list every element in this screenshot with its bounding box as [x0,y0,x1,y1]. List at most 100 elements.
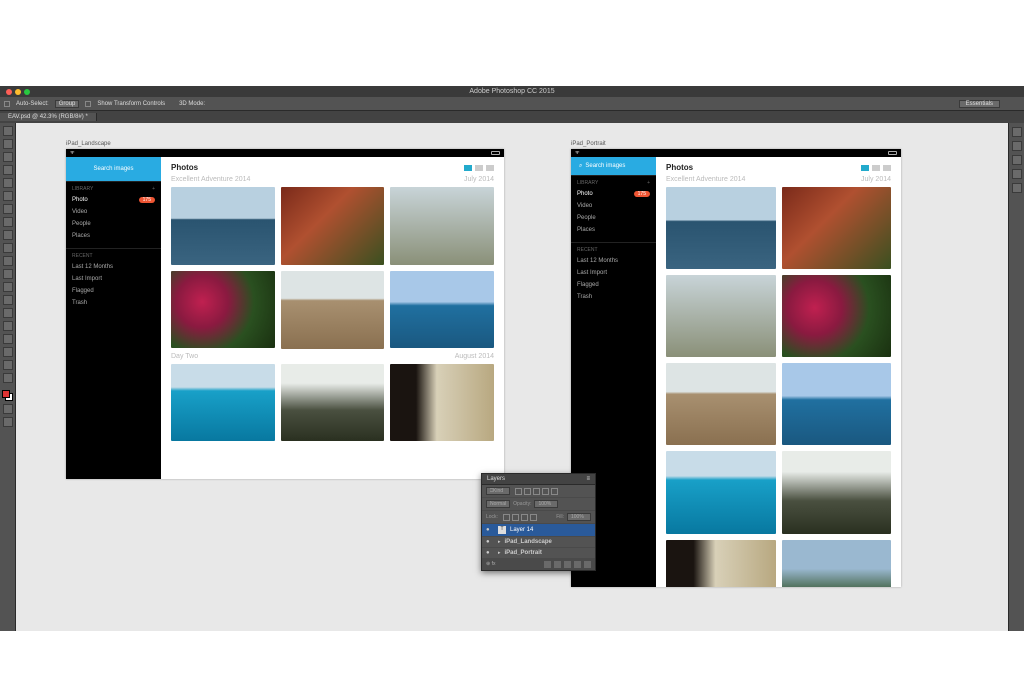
sidebar-item-people[interactable]: People [571,212,656,224]
sidebar-item-photo[interactable]: Photo175 [66,194,161,206]
minimize-button[interactable] [15,89,21,95]
artboard-label-portrait[interactable]: iPad_Portrait [571,141,606,147]
styles-panel-icon[interactable] [1012,169,1022,179]
color-panel-icon[interactable] [1012,127,1022,137]
new-layer-icon[interactable] [574,561,581,568]
add-icon[interactable]: + [647,180,650,186]
expand-icon[interactable]: ▸ [498,539,501,545]
fill-input[interactable]: 100% [567,513,591,521]
type-tool[interactable] [3,321,13,331]
swatches-panel-icon[interactable] [1012,141,1022,151]
auto-select-dropdown[interactable]: Group [55,100,80,108]
photo-thumb[interactable] [666,540,776,588]
link-layers-icon[interactable] [544,561,551,568]
pen-tool[interactable] [3,308,13,318]
photo-thumb[interactable] [171,271,275,349]
sidebar-item-video[interactable]: Video [571,200,656,212]
hand-tool[interactable] [3,360,13,370]
blend-mode-select[interactable]: Normal [486,500,510,508]
photo-thumb[interactable] [171,187,275,265]
sidebar-item-video[interactable]: Video [66,206,161,218]
eraser-tool[interactable] [3,256,13,266]
layer-row[interactable]: ● ▸ iPad_Portrait [482,548,595,559]
lock-pixels-icon[interactable] [512,514,519,521]
photo-thumb[interactable] [782,275,892,357]
filter-kind-select[interactable]: ⎕Kind [486,487,510,495]
sidebar-item-lastimport[interactable]: Last Import [571,267,656,279]
visibility-icon[interactable]: ● [486,527,494,533]
sidebar-item-photo[interactable]: Photo175 [571,188,656,200]
quickmask-tool[interactable] [3,404,13,414]
filter-adjust-icon[interactable] [524,488,531,495]
lock-transparency-icon[interactable] [503,514,510,521]
brush-tool[interactable] [3,217,13,227]
search-button[interactable]: Search images [66,157,161,181]
new-group-icon[interactable] [564,561,571,568]
photo-thumb[interactable] [666,363,776,445]
eyedropper-tool[interactable] [3,191,13,201]
sidebar-item-places[interactable]: Places [571,224,656,236]
layers-panel-icon[interactable] [1012,183,1022,193]
visibility-icon[interactable]: ● [486,550,494,556]
artboard-landscape[interactable]: ᯤ Search images LIBRARY+ Photo175 Video … [66,149,504,479]
photo-thumb[interactable] [171,364,275,442]
photo-thumb[interactable] [390,364,494,442]
move-tool[interactable] [3,126,13,136]
photo-thumb[interactable] [782,540,892,588]
photo-thumb[interactable] [281,364,385,442]
filter-shape-icon[interactable] [542,488,549,495]
expand-icon[interactable]: ▸ [498,550,501,556]
layer-row[interactable]: ● ▸ iPad_Landscape [482,537,595,548]
sidebar-item-trash[interactable]: Trash [66,297,161,309]
photo-thumb[interactable] [782,451,892,533]
photo-thumb[interactable] [390,271,494,349]
trash-icon[interactable] [584,561,591,568]
sidebar-item-last12[interactable]: Last 12 Months [571,255,656,267]
workspace-switcher[interactable]: Essentials [959,100,1000,108]
list-view-icon[interactable] [872,165,880,171]
layer-row[interactable]: ● T Layer 14 [482,524,595,537]
stamp-tool[interactable] [3,230,13,240]
sidebar-item-people[interactable]: People [66,218,161,230]
canvas[interactable]: iPad_Landscape ᯤ Search images LIBRARY+ … [16,123,1008,631]
photo-thumb[interactable] [666,451,776,533]
close-button[interactable] [6,89,12,95]
detail-view-icon[interactable] [486,165,494,171]
lock-position-icon[interactable] [521,514,528,521]
filter-smart-icon[interactable] [551,488,558,495]
color-swatches[interactable] [2,390,13,401]
detail-view-icon[interactable] [883,165,891,171]
panel-menu-icon[interactable]: ≡ [586,476,590,482]
show-transform-checkbox[interactable] [85,101,91,107]
auto-select-checkbox[interactable] [4,101,10,107]
crop-tool[interactable] [3,178,13,188]
zoom-button[interactable] [24,89,30,95]
photo-thumb[interactable] [666,275,776,357]
history-brush-tool[interactable] [3,243,13,253]
photo-thumb[interactable] [281,187,385,265]
shape-tool[interactable] [3,347,13,357]
screenmode-tool[interactable] [3,417,13,427]
opacity-input[interactable]: 100% [534,500,558,508]
add-icon[interactable]: + [152,186,155,192]
photo-thumb[interactable] [666,187,776,269]
layers-panel[interactable]: Layers≡ ⎕Kind Normal Opacity: 100% [481,473,596,571]
sidebar-item-flagged[interactable]: Flagged [66,285,161,297]
gradient-tool[interactable] [3,269,13,279]
sidebar-item-last12[interactable]: Last 12 Months [66,261,161,273]
sidebar-item-trash[interactable]: Trash [571,291,656,303]
sidebar-item-flagged[interactable]: Flagged [571,279,656,291]
path-tool[interactable] [3,334,13,344]
mask-icon[interactable] [554,561,561,568]
photo-thumb[interactable] [782,363,892,445]
visibility-icon[interactable]: ● [486,539,494,545]
grid-view-icon[interactable] [861,165,869,171]
marquee-tool[interactable] [3,139,13,149]
search-button[interactable]: ⌕ Search images [571,157,656,175]
photo-thumb[interactable] [281,271,385,349]
photo-thumb[interactable] [782,187,892,269]
filter-pixel-icon[interactable] [515,488,522,495]
photo-thumb[interactable] [390,187,494,265]
zoom-tool[interactable] [3,373,13,383]
heal-tool[interactable] [3,204,13,214]
